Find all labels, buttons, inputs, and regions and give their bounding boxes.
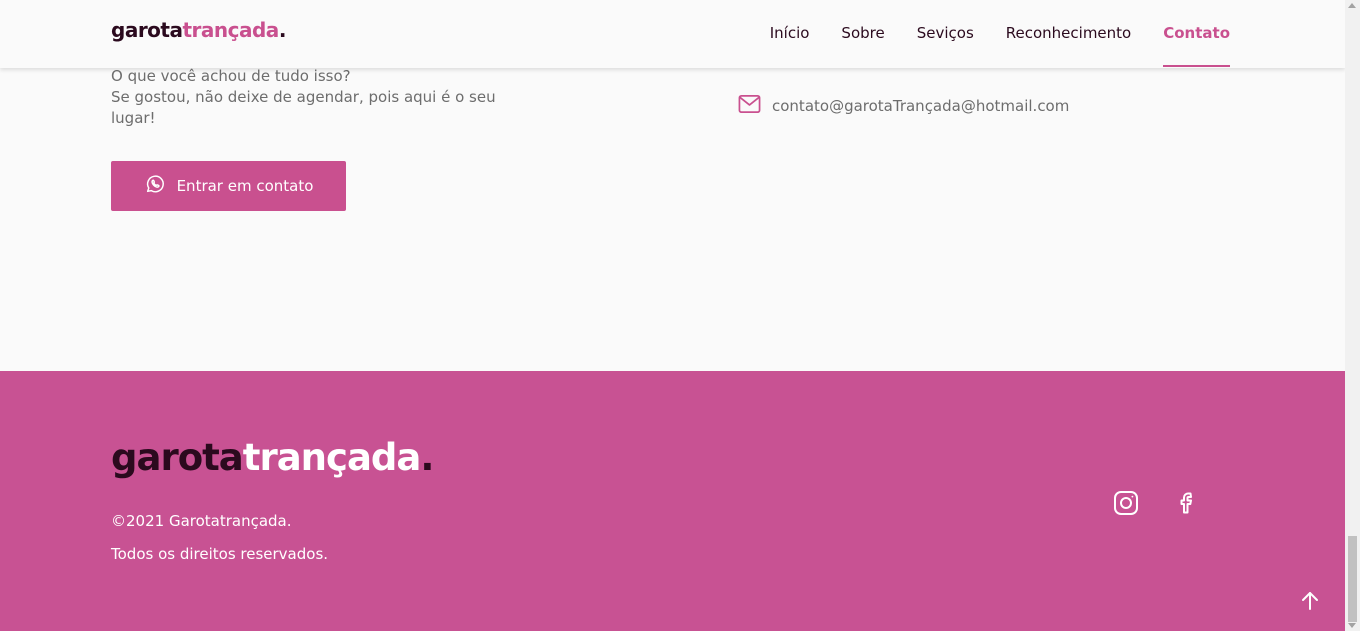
- contact-question: O que você achou de tudo isso?: [111, 67, 351, 85]
- nav-servicos[interactable]: Seviços: [917, 0, 974, 68]
- footer-logo: garotatrançada.: [111, 436, 434, 479]
- instagram-icon[interactable]: [1113, 490, 1139, 516]
- nav-inicio[interactable]: Início: [770, 0, 810, 68]
- contact-invite: Se gostou, não deixe de agendar, pois aq…: [111, 88, 496, 127]
- copyright-text: ©2021 Garotatrançada.: [111, 512, 292, 530]
- back-to-top-button[interactable]: [1298, 589, 1322, 613]
- scroll-down-arrow[interactable]: [1348, 623, 1356, 628]
- contact-message: O que você achou de tudo isso? Se gostou…: [111, 66, 501, 129]
- facebook-icon[interactable]: [1174, 490, 1200, 516]
- logo-dot: .: [278, 18, 287, 42]
- scroll-up-arrow[interactable]: [1348, 3, 1356, 8]
- email-address[interactable]: contato@garotaTrançada@hotmail.com: [772, 97, 1069, 115]
- site-logo[interactable]: garotatrançada.: [111, 18, 286, 42]
- nav-reconhecimento[interactable]: Reconhecimento: [1006, 0, 1131, 68]
- footer-logo-part-garota: garota: [111, 436, 244, 479]
- rights-text: Todos os direitos reservados.: [111, 545, 329, 563]
- page: garotatrançada. Início Sobre Seviços Rec…: [0, 0, 1345, 631]
- contact-button-label: Entrar em contato: [176, 177, 314, 195]
- site-footer: garotatrançada. ©2021 Garotatrançada. To…: [0, 371, 1345, 631]
- footer-logo-dot: .: [420, 436, 434, 479]
- nav-sobre[interactable]: Sobre: [841, 0, 884, 68]
- logo-part-trancada: trançada: [182, 18, 279, 42]
- scroll-thumb[interactable]: [1348, 536, 1357, 622]
- whatsapp-icon: [144, 173, 166, 199]
- nav-contato[interactable]: Contato: [1163, 0, 1230, 68]
- arrow-up-icon: [1298, 592, 1322, 617]
- site-header: garotatrançada. Início Sobre Seviços Rec…: [0, 0, 1345, 68]
- email-contact: contato@garotaTrançada@hotmail.com: [738, 94, 1069, 118]
- main-nav: Início Sobre Seviços Reconhecimento Cont…: [738, 0, 1230, 68]
- mail-icon: [738, 94, 761, 118]
- page-scrollbar[interactable]: [1345, 0, 1360, 631]
- logo-part-garota: garota: [111, 18, 183, 42]
- footer-logo-part-trancada: trançada: [242, 436, 422, 479]
- contact-button[interactable]: Entrar em contato: [111, 161, 346, 211]
